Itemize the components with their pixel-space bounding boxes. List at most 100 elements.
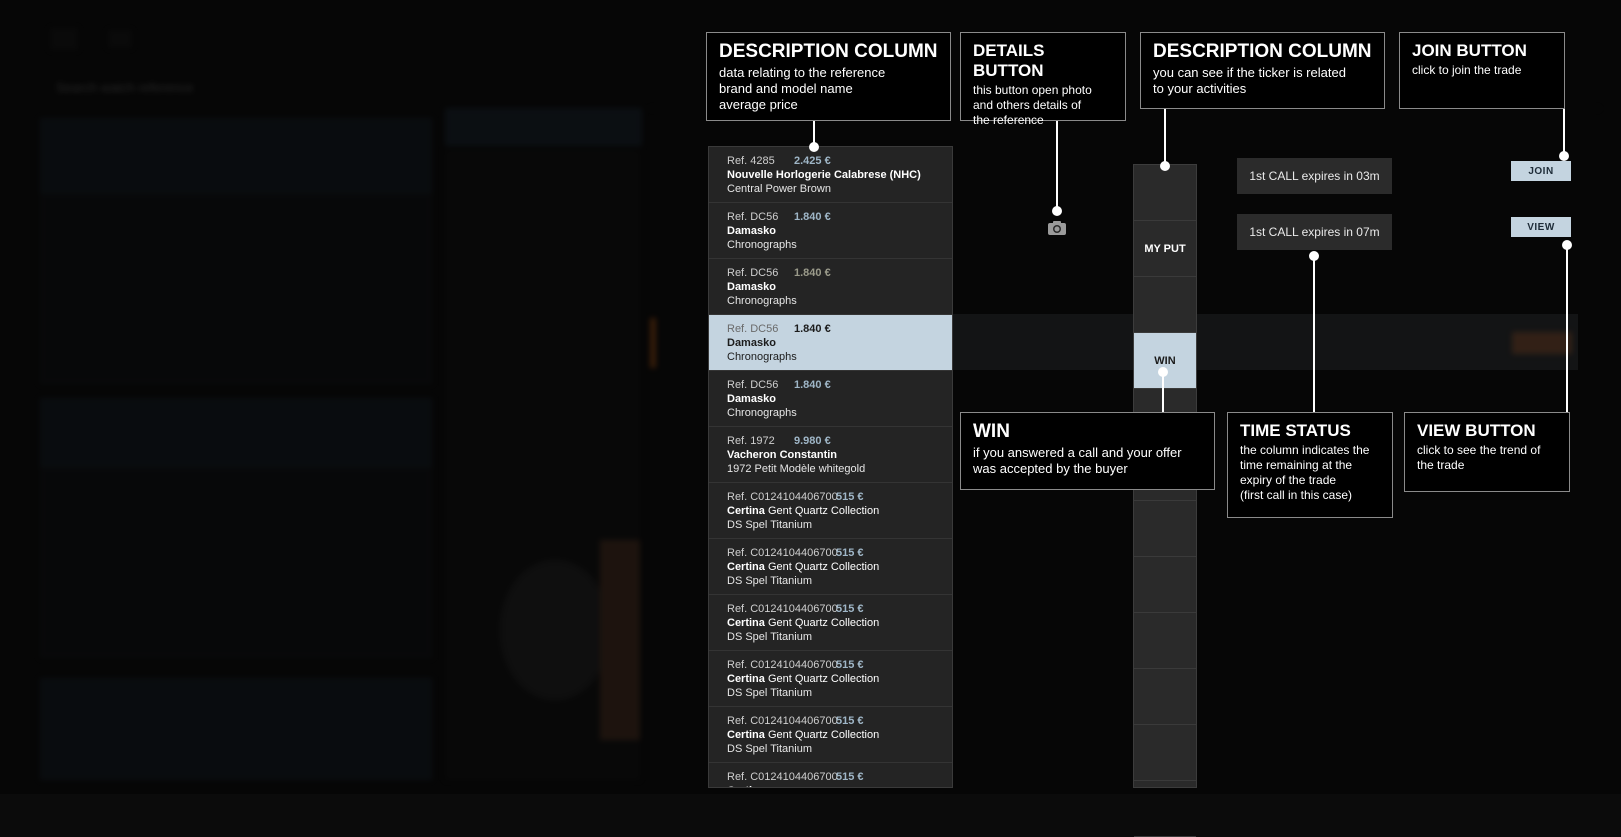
connector-line	[1566, 245, 1568, 412]
callout-body: you can see if the ticker is related to …	[1153, 65, 1346, 96]
status-cell	[1134, 725, 1196, 781]
model-name: Chronographs	[727, 239, 797, 251]
callout-description-right: DESCRIPTION COLUMN you can see if the ti…	[1140, 32, 1385, 109]
model-name: Chronographs	[727, 407, 797, 419]
reference-number: Ref. C0124104406700	[727, 603, 838, 615]
status-cell	[1134, 501, 1196, 557]
connector-line	[1563, 109, 1565, 155]
reference-number: Ref. 4285	[727, 155, 775, 167]
view-button[interactable]: VIEW	[1511, 217, 1571, 237]
reference-number: Ref. C0124104406700	[727, 715, 838, 727]
collection-name: Gent Quartz Collection	[764, 729, 880, 741]
connector-line	[1056, 121, 1058, 211]
reference-number: Ref. C0124104406700	[727, 771, 838, 783]
callout-view-button: VIEW BUTTON click to see the trend of th…	[1404, 412, 1570, 492]
brand-name: Certina	[727, 673, 765, 685]
average-price: 515 €	[836, 547, 864, 559]
reference-number: Ref. DC56	[727, 379, 779, 391]
callout-title: DESCRIPTION COLUMN	[719, 41, 938, 62]
brand-line: Nouvelle Horlogerie Calabrese (NHC)	[727, 169, 921, 181]
model-name: DS Spel Titanium	[727, 575, 812, 587]
collection-name: Gent Quartz Collection	[764, 617, 880, 629]
description-row[interactable]: Ref. C0124104406700 515 € Certina Gent Qua…	[709, 707, 952, 763]
connector-dot	[1052, 206, 1062, 216]
reference-number: Ref. C0124104406700	[727, 491, 838, 503]
brand-line: Certina Gent Quartz Collection	[727, 673, 879, 685]
description-row[interactable]: Ref. DC56 1.840 € Damasko Chronographs	[709, 259, 952, 315]
callout-body: the column indicates the time remaining …	[1240, 443, 1370, 502]
callout-title: DETAILS BUTTON	[973, 41, 1045, 80]
average-price: 515 €	[836, 771, 864, 783]
brand-line: Certina Gent Quartz Collection	[727, 505, 879, 517]
brand-name: Nouvelle Horlogerie Calabrese (NHC)	[727, 169, 921, 181]
average-price: 515 €	[836, 715, 864, 727]
status-cell	[1134, 613, 1196, 669]
collection-name: Gent Quartz Collection	[764, 561, 880, 573]
description-row[interactable]: Ref. C0124104406700 515 € Certina Gent Qua…	[709, 539, 952, 595]
brand-name: Damasko	[727, 337, 776, 349]
reference-number: Ref. C0124104406700	[727, 547, 838, 559]
callout-title: WIN	[973, 421, 1010, 442]
connector-line	[1162, 372, 1164, 412]
model-name: Central Power Brown	[727, 183, 831, 195]
description-row[interactable]: Ref. 1972 9.980 € Vacheron Constantin 1972 …	[709, 427, 952, 483]
description-row[interactable]: Ref. C0124104406700 515 € Certina Gent Qua…	[709, 651, 952, 707]
callout-win: WIN if you answered a call and your offe…	[960, 412, 1215, 490]
reference-number: Ref. DC56	[727, 267, 779, 279]
join-button[interactable]: JOIN	[1511, 161, 1571, 181]
description-row[interactable]: Ref. 4285 2.425 € Nouvelle Horlogerie Cala…	[709, 147, 952, 203]
brand-name: Certina	[727, 785, 765, 787]
description-row[interactable]: Ref. C0124104406700 515 € Certina Gent Qua…	[709, 483, 952, 539]
brand-name: Damasko	[727, 393, 776, 405]
brand-name: Certina	[727, 561, 765, 573]
callout-details-button: DETAILS BUTTON this button open photo an…	[960, 32, 1126, 127]
connector-dot	[1562, 240, 1572, 250]
status-cell	[1134, 277, 1196, 333]
connector-dot	[1158, 367, 1168, 377]
description-row[interactable]: Ref. DC56 1.840 € Damasko Chronographs	[709, 371, 952, 427]
callout-title: JOIN BUTTON	[1412, 41, 1527, 60]
connector-line	[1313, 256, 1315, 412]
brand-line: Certina Gent Quartz Collection	[727, 617, 879, 629]
average-price: 515 €	[836, 659, 864, 671]
description-row[interactable]: Ref. DC56 1.840 € Damasko Chronographs	[709, 315, 952, 371]
average-price: 1.840 €	[794, 211, 831, 223]
reference-number: Ref. DC56	[727, 323, 779, 335]
status-my-put: MY PUT	[1134, 221, 1196, 277]
model-name: 1972 Petit Modèle whitegold	[727, 463, 866, 475]
brand-name: Damasko	[727, 225, 776, 237]
brand-line: Certina Gent Quartz Collection	[727, 729, 879, 741]
brand-line: Damasko	[727, 225, 776, 237]
average-price: 9.980 €	[794, 435, 831, 447]
connector-dot	[1559, 151, 1569, 161]
callout-time-status: TIME STATUS the column indicates the tim…	[1227, 412, 1393, 518]
connector-dot	[1309, 251, 1319, 261]
status-cell	[1134, 669, 1196, 725]
callout-body: if you answered a call and your offer wa…	[973, 445, 1182, 476]
average-price: 1.840 €	[794, 323, 831, 335]
description-row[interactable]: Ref. DC56 1.840 € Damasko Chronographs	[709, 203, 952, 259]
average-price: 2.425 €	[794, 155, 831, 167]
model-name: DS Spel Titanium	[727, 631, 812, 643]
average-price: 515 €	[836, 491, 864, 503]
details-button[interactable]	[1047, 220, 1067, 236]
callout-title: VIEW BUTTON	[1417, 421, 1536, 440]
brand-line: Vacheron Constantin	[727, 449, 837, 461]
time-status-chip: 1st CALL expires in 03m	[1237, 158, 1392, 194]
callout-join-button: JOIN BUTTON click to join the trade	[1399, 32, 1565, 109]
callout-body: click to join the trade	[1412, 63, 1522, 77]
description-column: Ref. 4285 2.425 € Nouvelle Horlogerie Cala…	[708, 146, 953, 788]
collection-name: Gent Quartz Collection	[764, 505, 880, 517]
brand-name: Certina	[727, 729, 765, 741]
reference-number: Ref. DC56	[727, 211, 779, 223]
description-row[interactable]: Ref. C0124104406700 515 € Certina Gent Qua…	[709, 595, 952, 651]
status-cell	[1134, 781, 1196, 837]
reference-number: Ref. C0124104406700	[727, 659, 838, 671]
average-price: 1.840 €	[794, 379, 831, 391]
description-row[interactable]: Ref. C0124104406700515 € Certina	[709, 763, 952, 787]
brand-line: Certina Gent Quartz Collection	[727, 561, 879, 573]
model-name: DS Spel Titanium	[727, 519, 812, 531]
camera-icon	[1048, 221, 1066, 235]
reference-number: Ref. 1972	[727, 435, 775, 447]
brand-line: Damasko	[727, 393, 776, 405]
